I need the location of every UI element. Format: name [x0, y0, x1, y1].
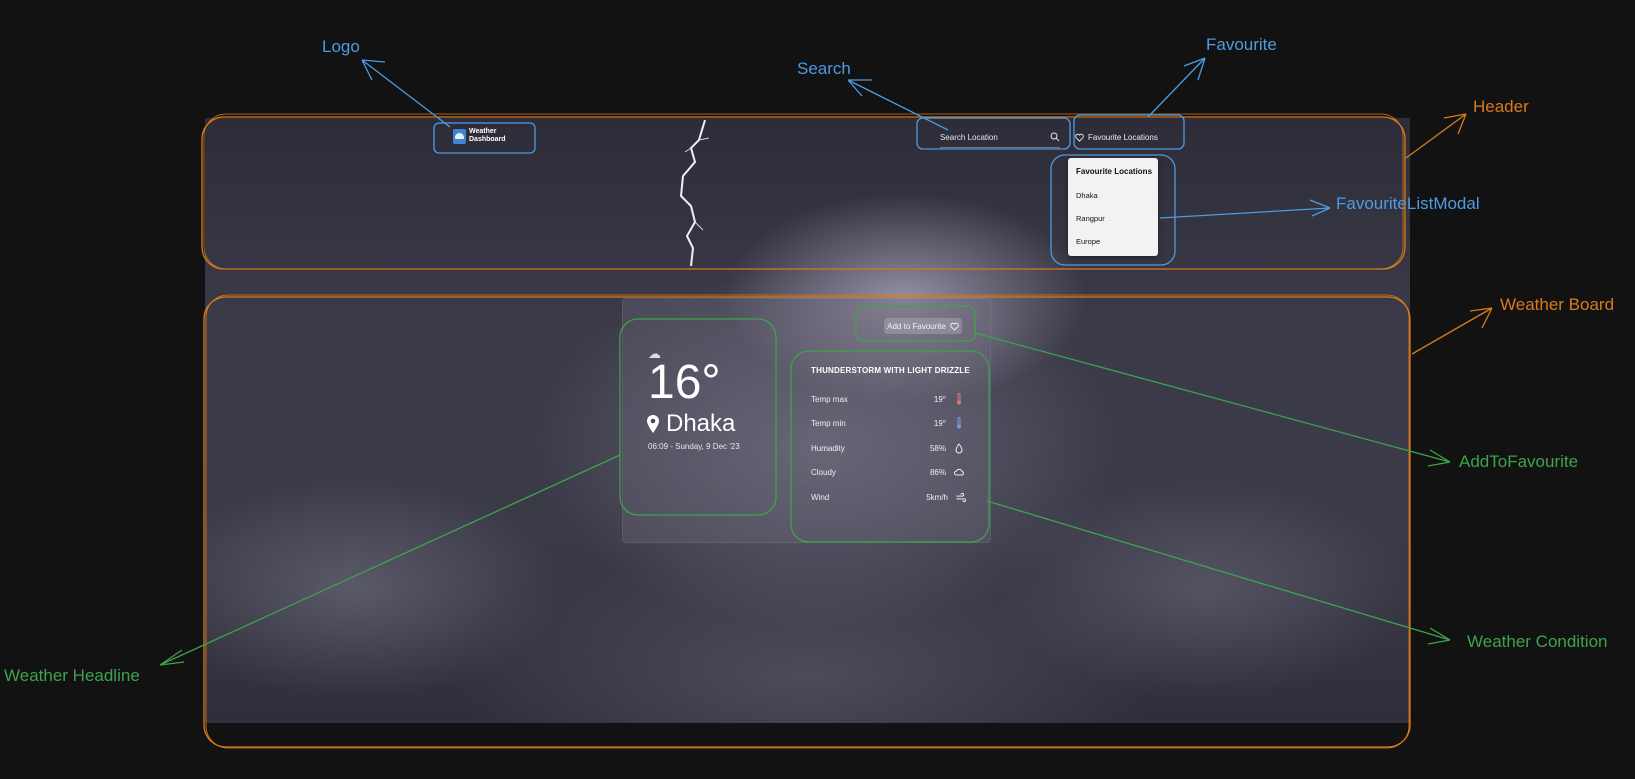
condition-value: 19° — [933, 394, 946, 404]
favourite-item[interactable]: Rangpur — [1076, 214, 1105, 223]
wind-icon — [956, 491, 966, 503]
annotation-weather-condition: Weather Condition — [1467, 632, 1608, 651]
condition-label: Temp min — [811, 418, 846, 428]
annotation-header: Header — [1473, 97, 1529, 116]
condition-label: Cloudy — [811, 467, 836, 477]
droplet-icon — [954, 442, 964, 454]
condition-row-temp-min: Temp min 19° — [811, 416, 964, 430]
favourite-arrow — [1147, 57, 1206, 118]
annotation-search: Search — [797, 59, 851, 78]
favourite-item[interactable]: Europe — [1076, 237, 1100, 246]
condition-label: Wind — [811, 492, 830, 502]
condition-row-wind: Wind 5km/h — [811, 490, 966, 504]
condition-row-humidity: Humadity 58% — [811, 441, 964, 455]
thermometer-hot-icon — [954, 393, 964, 405]
favourite-locations-button[interactable]: Favourite Locations — [1075, 127, 1185, 147]
add-to-favourite-label: Add to Favourite — [887, 321, 946, 331]
location-pin-icon — [647, 415, 659, 433]
logo-arrow — [361, 59, 451, 128]
favourite-modal-title: Favourite Locations — [1076, 167, 1153, 176]
condition-label: Temp max — [811, 394, 848, 404]
search-icon[interactable] — [1050, 132, 1060, 142]
add-to-favourite-button[interactable]: Add to Favourite — [884, 318, 962, 334]
favourite-item[interactable]: Dhaka — [1076, 191, 1098, 200]
heart-icon — [1075, 133, 1084, 142]
lightning-bolt — [679, 119, 710, 267]
favourite-list-modal: Favourite Locations Dhaka Rangpur Europe — [1068, 158, 1158, 256]
header-arrow — [1405, 113, 1467, 159]
logo[interactable]: Weather Dashboard — [453, 127, 507, 145]
condition-title: THUNDERSTORM WITH LIGHT DRIZZLE — [811, 366, 970, 375]
annotation-logo: Logo — [322, 37, 360, 56]
annotation-weather-board: Weather Board — [1500, 295, 1615, 314]
annotation-favourite-list-modal: FavouriteListModal — [1336, 194, 1480, 213]
condition-value: 58% — [929, 443, 946, 453]
location-name: Dhaka — [666, 410, 736, 437]
annotation-weather-headline: Weather Headline — [4, 666, 140, 685]
condition-value: 5km/h — [926, 492, 948, 502]
cloud-icon — [954, 466, 964, 478]
condition-label: Humadity — [811, 443, 845, 453]
search-input[interactable]: Search Location — [940, 127, 1060, 148]
condition-row-cloudy: Cloudy 86% — [811, 465, 964, 479]
logo-text: Weather Dashboard — [469, 128, 506, 143]
annotation-favourite: Favourite — [1206, 35, 1277, 54]
favourite-locations-label: Favourite Locations — [1088, 132, 1158, 142]
heart-icon — [950, 322, 959, 331]
weather-board-arrow — [1411, 307, 1493, 355]
condition-value: 19° — [933, 418, 946, 428]
date-time: 06:09 - Sunday, 9 Dec '23 — [648, 442, 740, 451]
search-placeholder: Search Location — [940, 132, 998, 142]
condition-row-temp-max: Temp max 19° — [811, 392, 964, 406]
location-row: Dhaka — [646, 410, 735, 438]
thermometer-cold-icon — [954, 417, 964, 429]
condition-value: 86% — [929, 467, 946, 477]
annotation-add-to-favourite: AddToFavourite — [1459, 452, 1579, 471]
weather-logo-icon — [453, 128, 466, 144]
current-temperature: 16° — [648, 356, 721, 409]
